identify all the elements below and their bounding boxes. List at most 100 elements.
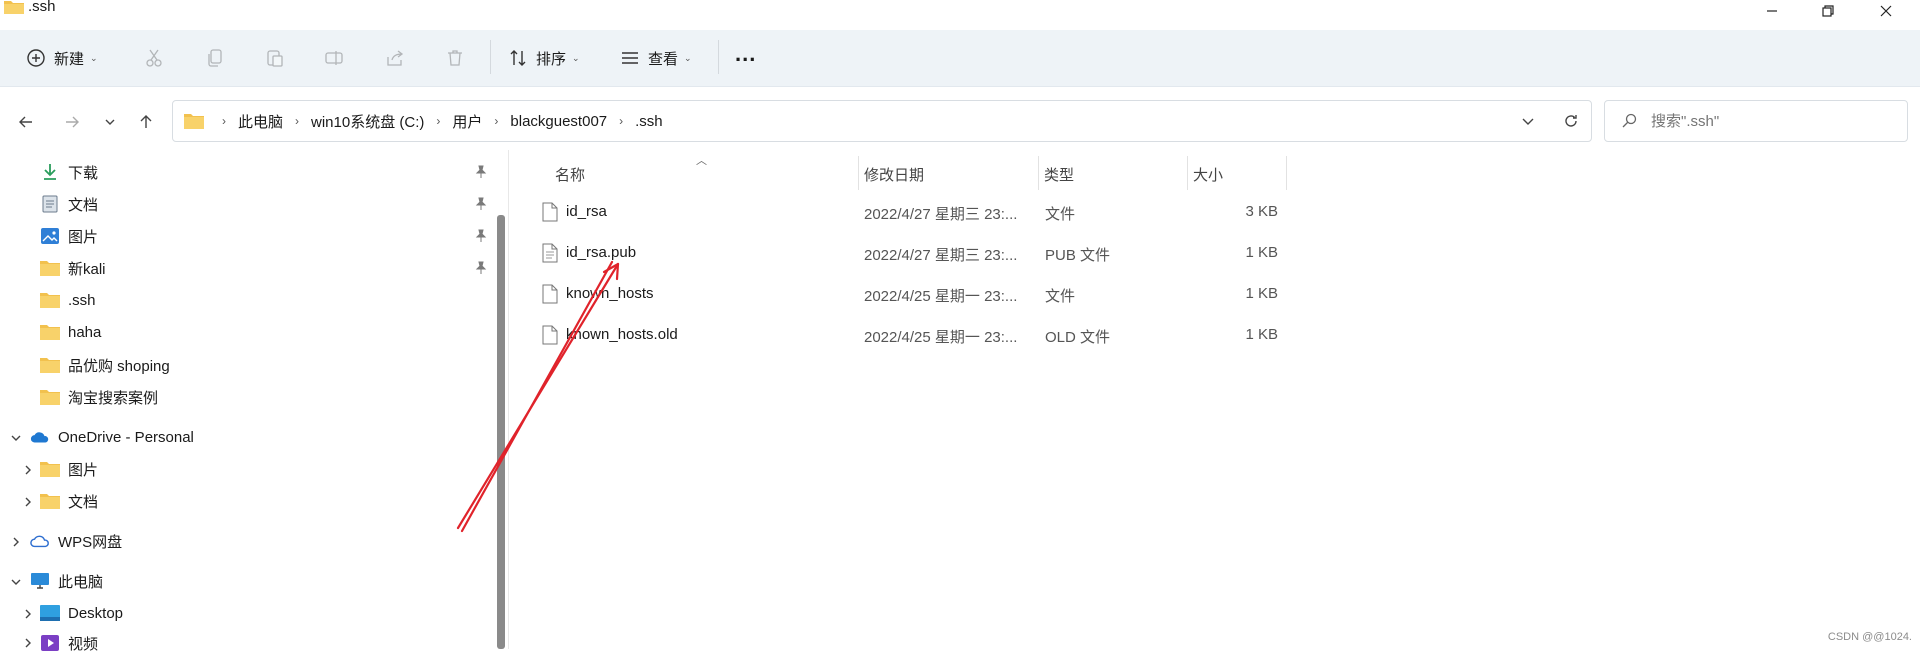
- view-button[interactable]: 查看 ⌄: [620, 44, 692, 72]
- arrow-left-icon: [19, 116, 32, 128]
- search-box[interactable]: [1604, 100, 1908, 142]
- column-header-type[interactable]: 类型: [1044, 160, 1074, 188]
- file-row[interactable]: id_rsa 2022/4/27 星期三 23:... 文件 3 KB: [534, 194, 1284, 232]
- cut-button[interactable]: [144, 44, 164, 72]
- address-dropdown-icon[interactable]: [1521, 114, 1535, 128]
- sidebar-item-label: 文档: [68, 493, 99, 511]
- sidebar-item-label: OneDrive - Personal: [58, 428, 194, 446]
- close-icon: [1880, 5, 1892, 17]
- delete-icon: [448, 50, 462, 66]
- sidebar-item-shoping[interactable]: 品优购 shoping: [40, 350, 170, 380]
- view-label: 查看: [648, 50, 679, 68]
- sidebar-item-desktop[interactable]: Desktop: [40, 598, 123, 628]
- copy-button[interactable]: [205, 44, 225, 72]
- sidebar-item-haha[interactable]: haha: [40, 317, 101, 347]
- pane-divider[interactable]: [508, 150, 509, 649]
- chevron-down-icon[interactable]: [10, 576, 22, 588]
- paste-button[interactable]: [265, 44, 285, 72]
- sidebar-item-pictures[interactable]: 图片: [40, 221, 98, 251]
- title-bar: .ssh: [0, 0, 1920, 20]
- rename-button[interactable]: [324, 44, 344, 72]
- window-title: .ssh: [28, 0, 56, 15]
- sidebar-item-this-pc[interactable]: 此电脑: [30, 566, 103, 596]
- navigation-pane: 下载 文档 图片 新kali .ssh haha 品优购 shoping 淘宝搜…: [0, 150, 490, 653]
- new-label: 新建: [54, 50, 85, 68]
- close-button[interactable]: [1858, 0, 1914, 22]
- column-header-label: 修改日期: [864, 166, 925, 184]
- column-divider[interactable]: [1286, 156, 1287, 190]
- sidebar-item-newkali[interactable]: 新kali: [40, 253, 106, 283]
- file-row[interactable]: id_rsa.pub 2022/4/27 星期三 23:... PUB 文件 1…: [534, 235, 1284, 273]
- pin-icon: [475, 165, 487, 178]
- breadcrumb-separator: ›: [295, 114, 300, 128]
- new-button[interactable]: 新建 ⌄: [26, 44, 98, 72]
- chevron-right-icon[interactable]: [22, 496, 34, 508]
- search-input[interactable]: [1649, 111, 1883, 131]
- picture-icon: [40, 227, 60, 245]
- refresh-icon[interactable]: [1563, 113, 1579, 129]
- file-row[interactable]: known_hosts.old 2022/4/25 星期一 23:... OLD…: [534, 317, 1284, 355]
- arrow-right-icon: [66, 116, 79, 128]
- chevron-right-icon[interactable]: [22, 637, 34, 649]
- sidebar-item-documents[interactable]: 文档: [40, 189, 98, 219]
- restore-button[interactable]: [1800, 0, 1856, 22]
- sidebar-item-onedrive-documents[interactable]: 文档: [40, 486, 98, 516]
- chevron-right-icon[interactable]: [22, 608, 34, 620]
- column-divider[interactable]: [1038, 156, 1039, 190]
- delete-button[interactable]: [445, 44, 465, 72]
- column-divider[interactable]: [858, 156, 859, 190]
- sidebar-item-taobao[interactable]: 淘宝搜索案例: [40, 382, 158, 412]
- address-row: › 此电脑 › win10系统盘 (C:) › 用户 › blackguest0…: [0, 90, 1920, 150]
- folder-icon: [40, 460, 60, 478]
- file-name: id_rsa: [566, 203, 607, 220]
- breadcrumb-ssh[interactable]: .ssh: [635, 113, 663, 130]
- sort-label: 排序: [536, 50, 567, 68]
- address-bar[interactable]: › 此电脑 › win10系统盘 (C:) › 用户 › blackguest0…: [172, 100, 1592, 142]
- sidebar-item-videos[interactable]: 视频: [40, 628, 98, 658]
- cloud-icon: [30, 532, 50, 550]
- chevron-down-icon[interactable]: [10, 432, 22, 444]
- sidebar-item-downloads[interactable]: 下载: [40, 157, 98, 187]
- chevron-right-icon[interactable]: [22, 464, 34, 476]
- chevron-right-icon[interactable]: [10, 536, 22, 548]
- recent-locations-button[interactable]: [98, 110, 122, 134]
- sidebar-item-wps[interactable]: WPS网盘: [30, 526, 122, 556]
- arrow-up-icon: [140, 115, 152, 128]
- file-icon: [542, 202, 558, 222]
- pin-icon: [475, 229, 487, 242]
- column-header-date[interactable]: 修改日期: [864, 160, 924, 188]
- more-button[interactable]: ...: [735, 40, 756, 68]
- breadcrumb-drive[interactable]: win10系统盘 (C:): [311, 111, 424, 132]
- rename-icon: [325, 51, 343, 65]
- minimize-button[interactable]: [1744, 0, 1800, 22]
- download-icon: [40, 163, 60, 181]
- sort-ascending-icon: ︿: [696, 155, 707, 167]
- file-date: 2022/4/25 星期一 23:...: [864, 329, 1018, 346]
- column-header-name[interactable]: 名称: [555, 160, 585, 188]
- sidebar-scrollbar[interactable]: [497, 215, 505, 649]
- share-button[interactable]: [385, 44, 405, 72]
- sidebar-item-onedrive[interactable]: OneDrive - Personal: [30, 422, 194, 452]
- sidebar-item-label: 图片: [68, 228, 99, 246]
- sort-button[interactable]: 排序 ⌄: [508, 44, 580, 72]
- column-header-size[interactable]: 大小: [1193, 160, 1223, 188]
- column-divider[interactable]: [1187, 156, 1188, 190]
- folder-icon: [40, 492, 60, 510]
- folder-icon: [40, 259, 60, 277]
- sidebar-item-ssh[interactable]: .ssh: [40, 285, 96, 315]
- breadcrumb-users[interactable]: 用户: [452, 111, 482, 132]
- up-button[interactable]: [134, 110, 158, 134]
- cut-icon: [146, 49, 162, 67]
- sidebar-item-onedrive-pictures[interactable]: 图片: [40, 454, 98, 484]
- command-bar: 新建 ⌄ 排序 ⌄ 查看 ⌄ ...: [0, 30, 1920, 87]
- search-icon: [1622, 113, 1637, 128]
- breadcrumb-this-pc[interactable]: 此电脑: [238, 111, 283, 132]
- folder-icon: [184, 114, 204, 129]
- file-row[interactable]: known_hosts 2022/4/25 星期一 23:... 文件 1 KB: [534, 276, 1284, 314]
- back-button[interactable]: [14, 110, 38, 134]
- column-header-label: 类型: [1044, 166, 1075, 184]
- breadcrumb-user[interactable]: blackguest007: [510, 113, 607, 130]
- forward-button[interactable]: [60, 110, 84, 134]
- restore-icon: [1822, 5, 1834, 17]
- folder-icon: [40, 323, 60, 341]
